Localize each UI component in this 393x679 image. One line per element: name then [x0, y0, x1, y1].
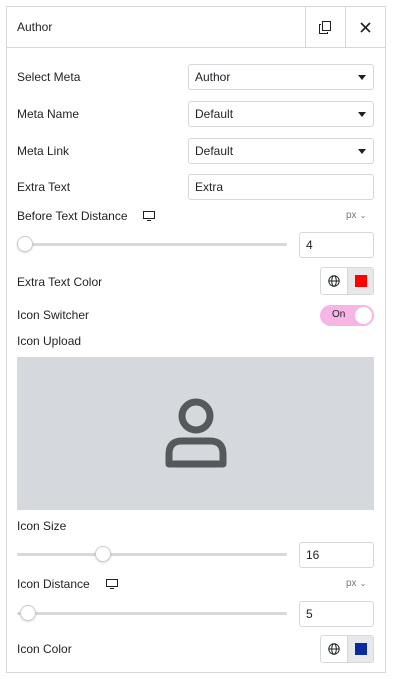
- color-swatch: [354, 643, 367, 655]
- color-swatch-button[interactable]: [348, 268, 373, 294]
- icon-switcher-label: Icon Switcher: [17, 308, 90, 322]
- icon-color-picker: [320, 635, 374, 663]
- copy-button[interactable]: [305, 7, 343, 47]
- before-text-distance-label: Before Text Distance: [17, 209, 128, 223]
- extra-text-value: Extra: [195, 180, 224, 194]
- extra-text-label: Extra Text: [17, 180, 71, 194]
- icon-size-slider[interactable]: [17, 553, 287, 556]
- icon-distance-label: Icon Distance: [17, 577, 90, 591]
- select-meta-label: Select Meta: [17, 70, 81, 84]
- close-icon: [360, 21, 371, 33]
- slider-thumb[interactable]: [17, 236, 33, 252]
- meta-link-dropdown[interactable]: Default: [188, 138, 374, 164]
- desktop-icon[interactable]: [106, 579, 118, 589]
- meta-name-label: Meta Name: [17, 107, 80, 121]
- icon-size-input[interactable]: 16: [299, 542, 374, 568]
- color-swatch: [354, 275, 367, 287]
- toggle-knob: [355, 307, 372, 324]
- slider-thumb[interactable]: [20, 605, 36, 621]
- before-text-distance-input[interactable]: 4: [299, 232, 374, 258]
- extra-text-color-picker: [320, 267, 374, 295]
- unit-value: px: [346, 210, 357, 221]
- unit-selector[interactable]: px ⌄: [346, 210, 366, 221]
- icon-switcher-toggle[interactable]: On: [320, 305, 374, 326]
- icon-upload-area[interactable]: [17, 357, 374, 510]
- extra-text-input[interactable]: Extra: [188, 174, 374, 200]
- meta-name-value: Default: [195, 107, 234, 121]
- icon-size-value: 16: [306, 548, 320, 562]
- desktop-icon[interactable]: [143, 211, 155, 221]
- chevron-down-icon: [358, 149, 366, 154]
- meta-link-value: Default: [195, 144, 234, 158]
- globe-icon: [328, 643, 340, 655]
- select-meta-dropdown[interactable]: Author: [188, 64, 374, 90]
- chevron-down-icon: ⌄: [359, 211, 367, 220]
- before-text-distance-slider[interactable]: [17, 243, 287, 246]
- global-colors-button[interactable]: [321, 636, 348, 662]
- icon-distance-value: 5: [306, 607, 313, 621]
- panel-title: Author: [17, 20, 53, 34]
- icon-distance-slider[interactable]: [17, 612, 287, 615]
- icon-size-label: Icon Size: [17, 519, 67, 533]
- user-icon: [165, 398, 226, 467]
- meta-name-dropdown[interactable]: Default: [188, 101, 374, 127]
- unit-value: px: [346, 578, 357, 589]
- panel-header: Author: [7, 7, 385, 48]
- unit-selector[interactable]: px ⌄: [346, 578, 366, 589]
- close-button[interactable]: [345, 7, 385, 47]
- settings-panel: Author Select Meta Author Meta Name Defa…: [6, 6, 386, 673]
- globe-icon: [328, 275, 340, 287]
- meta-link-label: Meta Link: [17, 144, 70, 158]
- chevron-down-icon: ⌄: [359, 579, 367, 588]
- icon-color-label: Icon Color: [17, 642, 72, 656]
- chevron-down-icon: [358, 112, 366, 117]
- toggle-state: On: [332, 309, 346, 320]
- icon-distance-input[interactable]: 5: [299, 601, 374, 627]
- copy-icon: [318, 20, 331, 34]
- chevron-down-icon: [358, 75, 366, 80]
- extra-text-color-label: Extra Text Color: [17, 275, 103, 289]
- global-colors-button[interactable]: [321, 268, 348, 294]
- before-text-distance-value: 4: [306, 238, 313, 252]
- color-swatch-button[interactable]: [348, 636, 373, 662]
- select-meta-value: Author: [195, 70, 231, 84]
- slider-thumb[interactable]: [95, 546, 111, 562]
- icon-upload-label: Icon Upload: [17, 334, 82, 348]
